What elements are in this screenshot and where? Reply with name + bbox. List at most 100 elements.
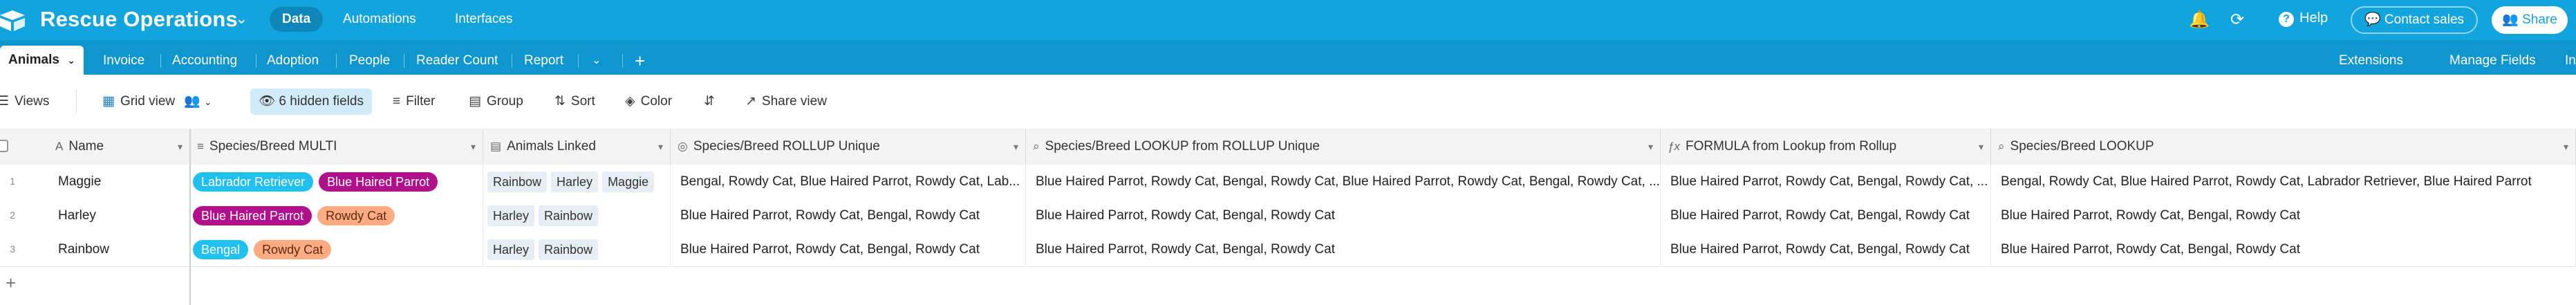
chevron-down-icon[interactable]: ⌄ [67,55,75,66]
overflow-tab[interactable]: In [2565,47,2576,75]
chevron-down-icon[interactable]: ⌄ [235,10,248,28]
table-row[interactable]: 1 Maggie Labrador Retriever Blue Haired P… [0,165,2576,199]
cell-species-multi[interactable]: Bengal Rowdy Cat [190,232,483,266]
more-tables-chevron-icon[interactable]: ⌄ [592,47,601,75]
cell-name[interactable]: Maggie [48,165,190,198]
view-toolbar: ☰ Views ▦ Grid view 👥 ⌄ 👁 6 hidden fields … [0,75,2576,129]
collaborators-icon: 👥 [184,94,201,109]
chevron-down-icon[interactable]: ▾ [1014,129,1018,165]
tab-reader-count[interactable]: Reader Count [416,47,498,75]
cell-lookup[interactable]: Bengal, Rowdy Cat, Blue Haired Parrot, R… [1991,165,2576,198]
filter-label: Filter [406,94,436,109]
column-header-species-multi[interactable]: ≡ Species/Breed MULTI ▾ [190,129,483,165]
cell-lookup[interactable]: Blue Haired Parrot, Rowdy Cat, Bengal, R… [1991,198,2576,232]
tab-adoption[interactable]: Adoption [267,47,319,75]
column-header-name[interactable]: A Name ▾ [48,129,190,165]
tab-divider [622,54,623,68]
cell-rollup[interactable]: Bengal, Rowdy Cat, Blue Haired Parrot, R… [671,165,1026,198]
share-button[interactable]: 👥 Share [2492,6,2568,34]
select-all-checkbox[interactable] [0,140,8,152]
share-view-button[interactable]: ↗ Share view [745,92,827,111]
column-header-lookup[interactable]: ⌕ Species/Breed LOOKUP ▾ [1991,129,2576,165]
group-button[interactable]: ▤ Group [469,92,523,111]
nav-automations[interactable]: Automations [330,7,429,32]
linked-record-chip[interactable]: Harley [487,205,535,226]
cell-rollup[interactable]: Blue Haired Parrot, Rowdy Cat, Bengal, R… [671,198,1026,232]
contact-sales-button[interactable]: 💬 Contact sales [2351,6,2478,34]
select-pill: Blue Haired Parrot [193,205,312,225]
tab-invoice[interactable]: Invoice [103,47,144,75]
paint-bucket-icon: ◈ [625,94,635,109]
tab-animals-label: Animals [8,53,59,67]
column-header-animals-linked[interactable]: ▤ Animals Linked ▾ [483,129,671,165]
sort-button[interactable]: ⇅ Sort [554,92,595,111]
airtable-logo-icon[interactable] [0,10,26,32]
tab-divider [336,54,337,68]
filter-button[interactable]: ≡ Filter [393,92,435,111]
nav-interfaces[interactable]: Interfaces [442,7,525,32]
extensions-button[interactable]: Extensions [2339,47,2403,75]
chat-icon: 💬 [2364,12,2381,27]
manage-fields-button[interactable]: Manage Fields [2449,47,2536,75]
add-table-button[interactable]: + [635,47,645,75]
chevron-down-icon[interactable]: ▾ [658,129,663,165]
cell-rollup[interactable]: Blue Haired Parrot, Rowdy Cat, Bengal, R… [671,232,1026,266]
help-label: Help [2299,10,2328,26]
cell-lookup-from-rollup[interactable]: Blue Haired Parrot, Rowdy Cat, Bengal, R… [1026,165,1661,198]
cell-formula[interactable]: Blue Haired Parrot, Rowdy Cat, Bengal, R… [1661,198,1991,232]
chevron-down-icon[interactable]: ▾ [1979,129,1984,165]
hidden-fields-button[interactable]: 👁 6 hidden fields [250,89,372,115]
chevron-down-icon[interactable]: ▾ [1648,129,1653,165]
row-number: 1 [10,176,15,187]
linked-record-chip[interactable]: Harley [487,239,535,260]
tab-report[interactable]: Report [524,47,563,75]
help-button[interactable]: ? Help [2279,10,2328,27]
chevron-down-icon[interactable]: ▾ [471,129,476,165]
column-label: FORMULA from Lookup from Rollup [1685,139,1897,154]
base-title[interactable]: Rescue Operations [40,7,238,32]
chevron-down-icon[interactable]: ▾ [178,129,183,165]
table-row[interactable]: 2 Harley Blue Haired Parrot Rowdy Cat Har… [0,198,2576,233]
cell-lookup-from-rollup[interactable]: Blue Haired Parrot, Rowdy Cat, Bengal, R… [1026,198,1661,232]
cell-animals-linked[interactable]: Harley Rainbow [483,232,671,266]
linked-record-chip[interactable]: Rainbow [487,171,548,192]
color-button[interactable]: ◈ Color [625,92,672,111]
table-row[interactable]: 3 Rainbow Bengal Rowdy Cat Harley Rainbow … [0,232,2576,267]
column-header-rollup[interactable]: ◎ Species/Breed ROLLUP Unique ▾ [671,129,1026,165]
multiselect-icon: ≡ [197,140,204,153]
history-icon[interactable]: ⟳ [2230,10,2244,30]
cell-name[interactable]: Rainbow [48,232,190,266]
linked-record-chip[interactable]: Rainbow [539,239,599,260]
linked-record-chip[interactable]: Harley [551,171,599,192]
cell-animals-linked[interactable]: Harley Rainbow [483,198,671,232]
menu-icon: ☰ [0,94,10,109]
linked-record-chip[interactable]: Rainbow [539,205,599,226]
grid-view-button[interactable]: ▦ Grid view 👥 ⌄ [102,92,212,111]
cell-formula[interactable]: Blue Haired Parrot, Rowdy Cat, Bengal, R… [1661,165,1991,198]
cell-species-multi[interactable]: Labrador Retriever Blue Haired Parrot [190,165,483,198]
column-header-lookup-from-rollup[interactable]: ⌕ Species/Breed LOOKUP from ROLLUP Unique… [1026,129,1661,165]
bell-icon[interactable]: 🔔 [2189,10,2210,30]
cell-name[interactable]: Harley [48,198,190,232]
filter-icon: ≡ [393,94,401,109]
views-button[interactable]: ☰ Views [0,92,49,111]
formula-icon: ƒx [1668,140,1680,153]
table-tabs-bar: Animals ⌄ Invoice Accounting Adoption Pe… [0,40,2576,75]
linked-record-chip[interactable]: Maggie [602,171,655,192]
nav-data[interactable]: Data [270,7,324,32]
cell-species-multi[interactable]: Blue Haired Parrot Rowdy Cat [190,198,483,232]
tab-accounting[interactable]: Accounting [172,47,237,75]
cell-lookup[interactable]: Blue Haired Parrot, Rowdy Cat, Bengal, R… [1991,232,2576,266]
column-header-formula[interactable]: ƒx FORMULA from Lookup from Rollup ▾ [1661,129,1991,165]
row-height-button[interactable]: ⇵ [704,92,720,111]
tab-people[interactable]: People [349,47,390,75]
group-label: Group [486,94,523,109]
cell-animals-linked[interactable]: Rainbow Harley Maggie [483,165,671,198]
add-record-button[interactable]: + [0,266,190,300]
cell-formula[interactable]: Blue Haired Parrot, Rowdy Cat, Bengal, R… [1661,232,1991,266]
cell-lookup-from-rollup[interactable]: Blue Haired Parrot, Rowdy Cat, Bengal, R… [1026,232,1661,266]
tab-animals[interactable]: Animals ⌄ [0,46,84,75]
frozen-column-divider [189,129,191,305]
contact-sales-label: Contact sales [2384,12,2465,27]
chevron-down-icon[interactable]: ▾ [2564,129,2568,165]
